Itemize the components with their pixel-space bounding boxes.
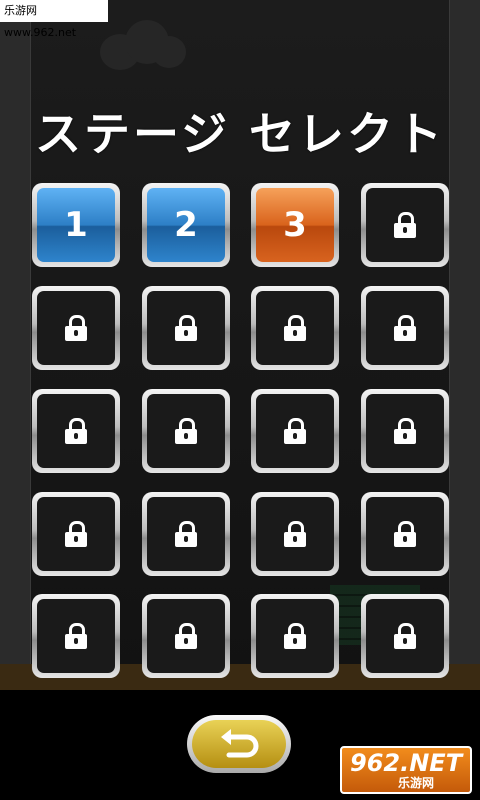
- stage-button-face: [256, 394, 334, 468]
- stage-button-locked[interactable]: [251, 389, 339, 473]
- stage-button-face: [366, 188, 444, 262]
- stage-number: 3: [283, 205, 307, 245]
- back-button[interactable]: [187, 715, 291, 773]
- stage-button-face: [147, 599, 225, 673]
- stage-button-locked[interactable]: [361, 183, 449, 267]
- stage-button-face: [366, 497, 444, 571]
- lock-icon: [284, 623, 306, 649]
- lock-icon: [394, 212, 416, 238]
- stage-button-locked[interactable]: [32, 594, 120, 678]
- stage-button-1[interactable]: 1: [32, 183, 120, 267]
- stage-button-face: [147, 291, 225, 365]
- stage-number: 1: [64, 205, 88, 245]
- stage-button-face: [256, 291, 334, 365]
- stage-button-locked[interactable]: [32, 286, 120, 370]
- stage-number: 2: [174, 205, 198, 245]
- stage-button-face: [37, 394, 115, 468]
- stage-button-face: [37, 599, 115, 673]
- stage-button-locked[interactable]: [361, 594, 449, 678]
- stage-button-2[interactable]: 2: [142, 183, 230, 267]
- lock-icon: [175, 521, 197, 547]
- page-title: ステージ セレクト: [34, 107, 446, 161]
- lock-icon: [65, 521, 87, 547]
- stage-button-locked[interactable]: [361, 492, 449, 576]
- lock-icon: [284, 315, 306, 341]
- stage-button-face: [147, 394, 225, 468]
- stage-button-face: [37, 291, 115, 365]
- logo-brand: 962.NET: [350, 749, 463, 777]
- lock-icon: [394, 418, 416, 444]
- lock-icon: [175, 623, 197, 649]
- stage-button-locked[interactable]: [251, 286, 339, 370]
- lock-icon: [65, 623, 87, 649]
- lock-icon: [284, 418, 306, 444]
- stage-button-face: [366, 291, 444, 365]
- stage-button-locked[interactable]: [361, 389, 449, 473]
- stage-button-face: [37, 497, 115, 571]
- stage-button-face: [256, 599, 334, 673]
- lock-icon: [65, 418, 87, 444]
- stage-button-locked[interactable]: [251, 492, 339, 576]
- stage-button-face: [256, 497, 334, 571]
- stage-button-locked[interactable]: [142, 286, 230, 370]
- stage-button-face: [366, 394, 444, 468]
- lock-icon: [65, 315, 87, 341]
- stage-button-locked[interactable]: [32, 492, 120, 576]
- back-arrow-icon: [221, 729, 259, 758]
- stage-button-face: [147, 497, 225, 571]
- lock-icon: [394, 521, 416, 547]
- stage-button-locked[interactable]: [142, 492, 230, 576]
- logo-sub: 乐游网: [398, 776, 435, 790]
- lock-icon: [394, 315, 416, 341]
- stage-button-face: [366, 599, 444, 673]
- back-button-face: [192, 720, 286, 768]
- stage-button-locked[interactable]: [32, 389, 120, 473]
- stage-button-locked[interactable]: [251, 594, 339, 678]
- lock-icon: [175, 418, 197, 444]
- stage-button-face: 3: [256, 188, 334, 262]
- stage-button-face: 2: [147, 188, 225, 262]
- stage-button-face: 1: [37, 188, 115, 262]
- site-watermark: 乐游网 www.962.net: [0, 0, 108, 39]
- stage-button-locked[interactable]: [142, 389, 230, 473]
- stage-button-3[interactable]: 3: [251, 183, 339, 267]
- stage-button-locked[interactable]: [361, 286, 449, 370]
- stage-button-locked[interactable]: [142, 594, 230, 678]
- lock-icon: [175, 315, 197, 341]
- lock-icon: [284, 521, 306, 547]
- lock-icon: [394, 623, 416, 649]
- site-logo: 962.NET 乐游网: [340, 746, 472, 794]
- background-cloud: [90, 14, 190, 74]
